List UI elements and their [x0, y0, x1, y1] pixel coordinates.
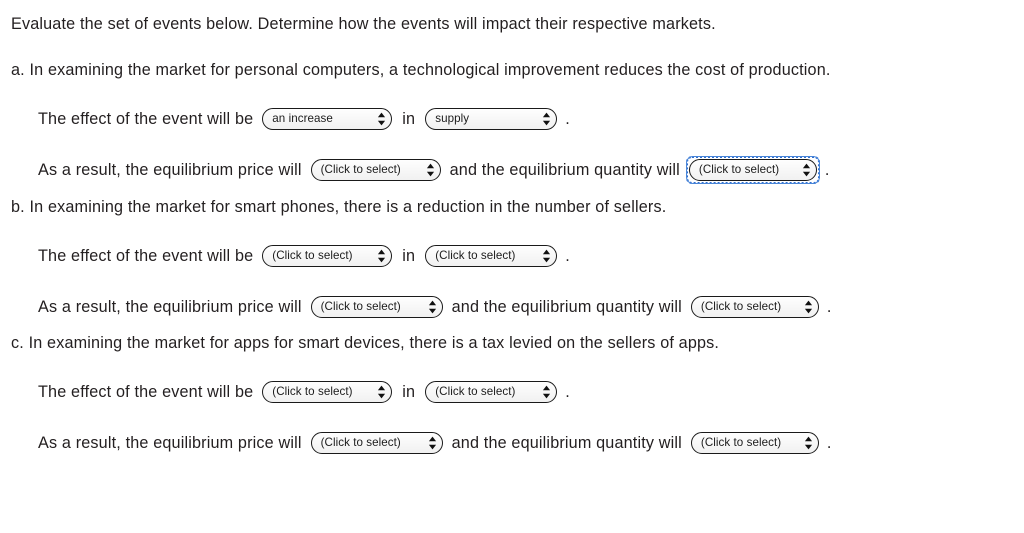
effect-select-a[interactable]: an increase	[262, 108, 393, 130]
effect-select-wrapper-b[interactable]: (Click to select)	[259, 242, 395, 270]
quantity-select-wrapper-c[interactable]: (Click to select)	[688, 429, 822, 457]
effect-line-a: The effect of the event will be an incre…	[0, 105, 1024, 133]
result-line-b: As a result, the equilibrium price will …	[0, 293, 1024, 321]
market-select-c[interactable]: (Click to select)	[425, 381, 558, 403]
result-lead-label-b: As a result, the equilibrium price will	[38, 298, 302, 316]
price-select-a[interactable]: (Click to select)	[310, 159, 441, 181]
sort-updown-icon	[804, 436, 813, 450]
effect-lead-label-b: The effect of the event will be	[38, 247, 254, 265]
result-mid-label-b: and the equilibrium quantity will	[451, 298, 682, 316]
effect-select-b-value: (Click to select)	[272, 250, 353, 262]
question-prompt-a: a. In examining the market for personal …	[11, 61, 831, 79]
market-select-b[interactable]: (Click to select)	[425, 245, 558, 267]
effect-line-period-a: .	[565, 110, 570, 128]
market-select-wrapper-a[interactable]: supply	[422, 105, 560, 133]
effect-select-c[interactable]: (Click to select)	[262, 381, 393, 403]
price-select-c-value: (Click to select)	[320, 437, 401, 449]
price-select-b-value: (Click to select)	[320, 301, 401, 313]
effect-line-c: The effect of the event will be (Click t…	[0, 378, 1024, 406]
effect-select-wrapper-c[interactable]: (Click to select)	[259, 378, 395, 406]
price-select-c[interactable]: (Click to select)	[310, 432, 443, 454]
market-select-wrapper-b[interactable]: (Click to select)	[422, 242, 560, 270]
effect-line-period-b: .	[565, 247, 570, 265]
price-select-wrapper-c[interactable]: (Click to select)	[308, 429, 446, 457]
result-mid-label-a: and the equilibrium quantity will	[449, 161, 680, 179]
result-mid-label-c: and the equilibrium quantity will	[451, 434, 682, 452]
result-line-period-a: .	[824, 161, 830, 179]
sort-updown-icon	[802, 163, 811, 177]
result-line-period-b: .	[826, 298, 832, 316]
result-lead-label-c: As a result, the equilibrium price will	[38, 434, 302, 452]
result-lead-label-a: As a result, the equilibrium price will	[38, 161, 302, 179]
sort-updown-icon	[377, 385, 386, 399]
sort-updown-icon	[804, 300, 813, 314]
quantity-select-c-value: (Click to select)	[700, 437, 782, 449]
instructions-text: Evaluate the set of events below. Determ…	[11, 15, 716, 33]
market-select-b-value: (Click to select)	[435, 250, 516, 262]
question-item-c: c. In examining the market for apps for …	[0, 332, 1024, 457]
effect-select-c-value: (Click to select)	[272, 386, 353, 398]
quantity-select-b-value: (Click to select)	[700, 301, 782, 313]
question-page: Evaluate the set of events below. Determ…	[0, 0, 1024, 533]
price-select-b[interactable]: (Click to select)	[310, 296, 443, 318]
effect-lead-label-c: The effect of the event will be	[38, 383, 254, 401]
sort-updown-icon	[542, 112, 551, 126]
quantity-select-c[interactable]: (Click to select)	[690, 432, 819, 454]
price-select-wrapper-b[interactable]: (Click to select)	[308, 293, 446, 321]
question-prompt-c: c. In examining the market for apps for …	[11, 334, 720, 352]
question-item-b: b. In examining the market for smart pho…	[0, 196, 1024, 321]
question-prompt-b: b. In examining the market for smart pho…	[11, 198, 667, 216]
effect-select-b[interactable]: (Click to select)	[262, 245, 393, 267]
market-select-wrapper-c[interactable]: (Click to select)	[422, 378, 560, 406]
price-select-a-value: (Click to select)	[320, 164, 401, 176]
market-select-a[interactable]: supply	[425, 108, 558, 130]
price-select-wrapper-a[interactable]: (Click to select)	[308, 156, 444, 184]
quantity-select-a-value: (Click to select)	[698, 164, 780, 176]
question-item-a: a. In examining the market for personal …	[0, 59, 1024, 184]
sort-updown-icon	[542, 385, 551, 399]
result-line-c: As a result, the equilibrium price will …	[0, 429, 1024, 457]
effect-lead-label-a: The effect of the event will be	[38, 110, 254, 128]
sort-updown-icon	[428, 436, 437, 450]
effect-mid-label-a: in	[402, 110, 416, 128]
sort-updown-icon	[377, 112, 386, 126]
effect-line-b: The effect of the event will be (Click t…	[0, 242, 1024, 270]
quantity-select-wrapper-a[interactable]: (Click to select)	[685, 156, 820, 184]
sort-updown-icon	[426, 163, 435, 177]
effect-line-period-c: .	[565, 383, 570, 401]
market-select-a-value: supply	[435, 113, 470, 125]
sort-updown-icon	[377, 249, 386, 263]
quantity-select-b[interactable]: (Click to select)	[690, 296, 819, 318]
result-line-a: As a result, the equilibrium price will …	[0, 156, 1024, 184]
effect-select-wrapper-a[interactable]: an increase	[259, 105, 395, 133]
sort-updown-icon	[542, 249, 551, 263]
result-line-period-c: .	[826, 434, 832, 452]
effect-mid-label-b: in	[402, 247, 416, 265]
market-select-c-value: (Click to select)	[435, 386, 516, 398]
effect-mid-label-c: in	[402, 383, 416, 401]
sort-updown-icon	[428, 300, 437, 314]
quantity-select-a[interactable]: (Click to select)	[688, 159, 817, 181]
effect-select-a-value: an increase	[272, 113, 333, 125]
quantity-select-wrapper-b[interactable]: (Click to select)	[688, 293, 822, 321]
